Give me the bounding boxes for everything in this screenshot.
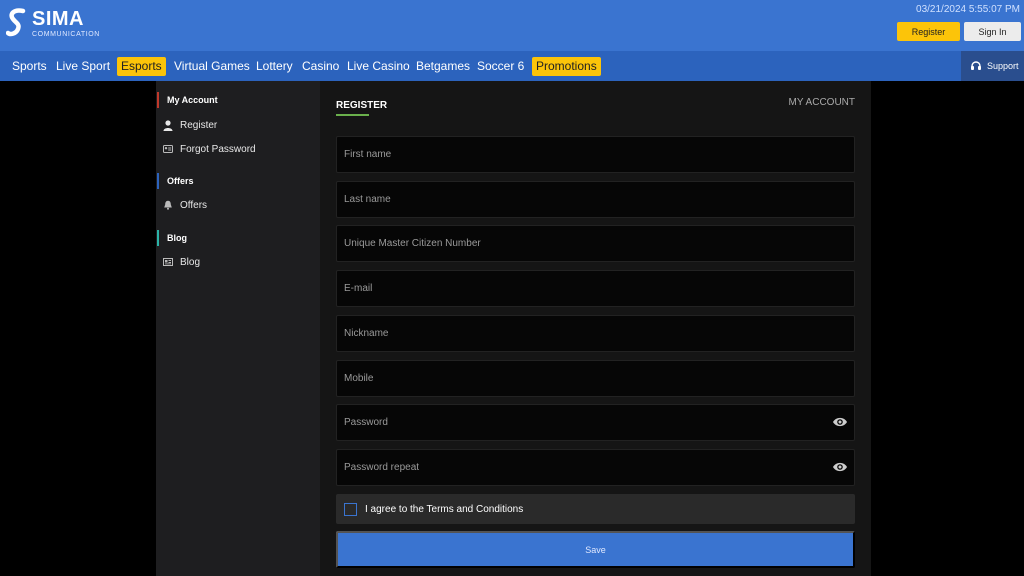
- citizen-number-input[interactable]: [337, 226, 854, 261]
- account-sidebar: My Account Register Forgot Password Offe…: [156, 81, 320, 576]
- page-title: REGISTER: [336, 100, 388, 111]
- mobile-field: [336, 360, 855, 397]
- terms-row: I agree to the Terms and Conditions: [336, 494, 855, 524]
- mobile-input[interactable]: [337, 361, 854, 396]
- terms-label[interactable]: I agree to the Terms and Conditions: [365, 504, 523, 515]
- brand-subtitle: COMMUNICATION: [32, 31, 100, 38]
- nav-item-soccer-6[interactable]: Soccer 6: [477, 57, 524, 76]
- register-panel: REGISTER MY ACCOUNT I agree to: [320, 81, 871, 576]
- news-icon: [163, 258, 173, 266]
- sidebar-item-blog[interactable]: Blog: [163, 254, 200, 270]
- sidebar-item-register[interactable]: Register: [163, 117, 217, 133]
- nav-item-esports[interactable]: Esports: [117, 57, 166, 76]
- password-repeat-input[interactable]: [337, 450, 854, 485]
- sidebar-item-offers[interactable]: Offers: [163, 197, 207, 213]
- bell-icon: [164, 200, 172, 210]
- my-account-link[interactable]: MY ACCOUNT: [789, 97, 856, 108]
- top-bar: SIMA COMMUNICATION 03/21/2024 5:55:07 PM…: [0, 0, 1024, 51]
- last-name-input[interactable]: [337, 182, 854, 217]
- sidebar-heading-blog: Blog: [157, 230, 187, 246]
- signin-button[interactable]: Sign In: [964, 22, 1021, 41]
- email-field: [336, 270, 855, 307]
- sidebar-item-label: Register: [180, 119, 218, 131]
- sidebar-heading-offers: Offers: [157, 173, 194, 189]
- support-button[interactable]: Support: [961, 51, 1024, 81]
- user-icon: [163, 119, 173, 131]
- headset-icon: [971, 61, 981, 70]
- nav-item-casino[interactable]: Casino: [302, 57, 339, 76]
- nav-item-promotions[interactable]: Promotions: [532, 57, 601, 76]
- datetime-display: 03/21/2024 5:55:07 PM: [916, 4, 1020, 15]
- password-field: [336, 404, 855, 441]
- password-repeat-field: [336, 449, 855, 486]
- eye-icon[interactable]: [832, 416, 848, 428]
- save-button[interactable]: Save: [336, 531, 855, 568]
- citizen-number-field: [336, 225, 855, 262]
- brand-name: SIMA: [32, 8, 84, 30]
- main-nav: Sports Live Sport Esports Virtual Games …: [0, 51, 1024, 81]
- last-name-field: [336, 181, 855, 218]
- nav-item-live-casino[interactable]: Live Casino: [347, 57, 410, 76]
- nav-item-betgames[interactable]: Betgames: [416, 57, 470, 76]
- sidebar-item-label: Forgot Password: [180, 143, 256, 155]
- password-input[interactable]: [337, 405, 854, 440]
- nav-item-sports[interactable]: Sports: [12, 57, 47, 76]
- brand-logo[interactable]: SIMA COMMUNICATION: [6, 8, 100, 39]
- title-underline: [336, 114, 369, 116]
- eye-icon[interactable]: [832, 461, 848, 473]
- first-name-input[interactable]: [337, 137, 854, 172]
- email-input[interactable]: [337, 271, 854, 306]
- terms-checkbox[interactable]: [344, 502, 357, 516]
- nav-item-lottery[interactable]: Lottery: [256, 57, 293, 76]
- first-name-field: [336, 136, 855, 173]
- nickname-input[interactable]: [337, 316, 854, 351]
- id-card-icon: [163, 145, 173, 153]
- sidebar-item-label: Blog: [180, 256, 201, 268]
- sidebar-item-forgot-password[interactable]: Forgot Password: [163, 141, 256, 157]
- nickname-field: [336, 315, 855, 352]
- logo-s-icon: [6, 8, 26, 37]
- support-label: Support: [987, 61, 1019, 71]
- nav-item-live-sport[interactable]: Live Sport: [56, 57, 110, 76]
- nav-item-virtual-games[interactable]: Virtual Games: [174, 57, 250, 76]
- sidebar-heading-my-account: My Account: [157, 92, 218, 108]
- register-button[interactable]: Register: [897, 22, 960, 41]
- sidebar-item-label: Offers: [180, 199, 208, 211]
